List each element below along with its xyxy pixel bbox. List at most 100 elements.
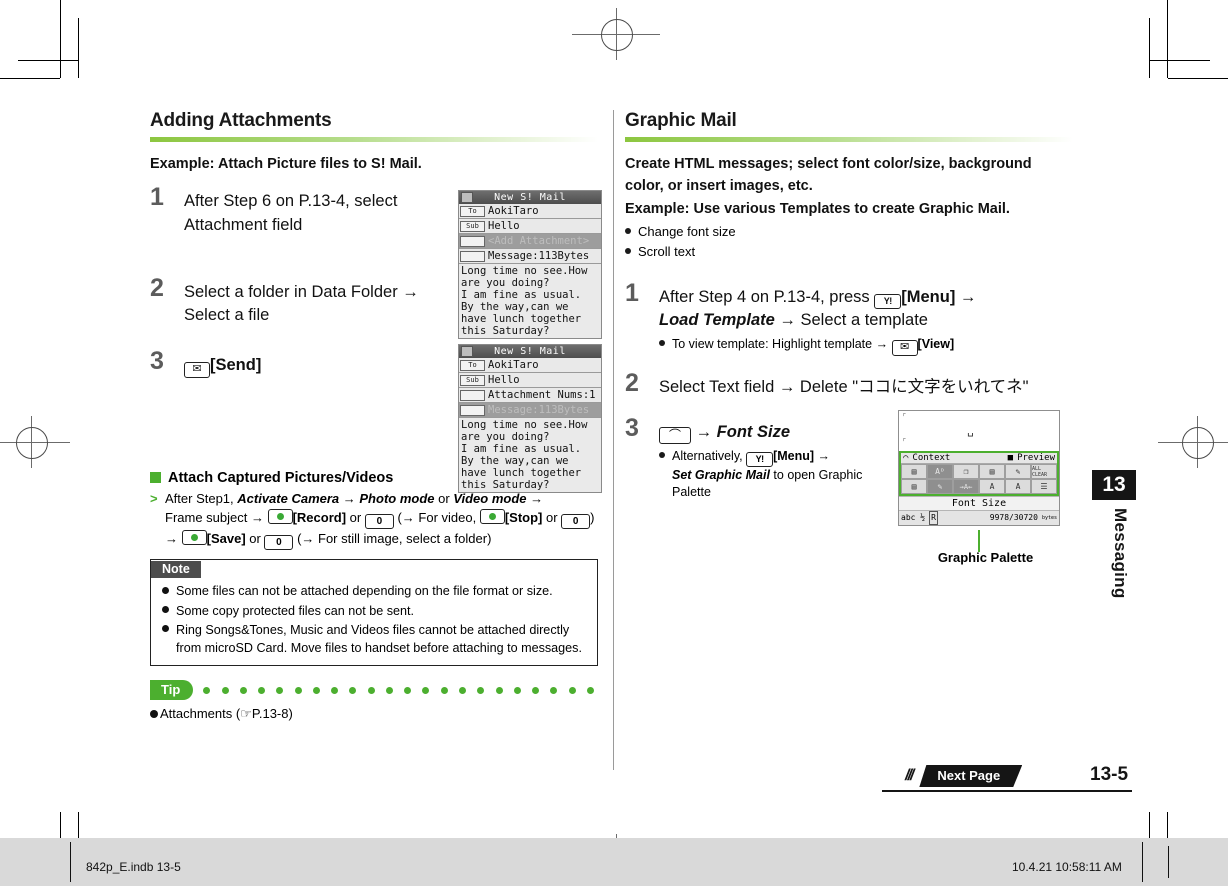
- palette-font-size-row: Font Size: [899, 496, 1059, 510]
- subsection-title: Attach Captured Pictures/Videos: [168, 469, 394, 486]
- palette-screenshot: ⌜ ⌜ ␣ ⌒ Context ■ Preview ▤ Aᴰ ❐ ▤ ✎ ALL…: [898, 410, 1060, 552]
- registration-mark-left: [0, 416, 70, 468]
- palette-cell[interactable]: ☰: [1031, 479, 1057, 494]
- byte-unit: bytes: [1041, 515, 1057, 521]
- body-line: I am fine as usual.: [461, 289, 582, 301]
- sub-line3: Palette: [672, 485, 711, 500]
- zero-key-icon: 0: [364, 514, 394, 530]
- step-text: Select Text field → Delete "ココに文字をいれてネ": [659, 377, 1029, 396]
- palette-cell[interactable]: ✎: [927, 479, 953, 494]
- body-line: I am fine as usual.: [461, 443, 582, 455]
- gt-marker-icon: >: [150, 490, 158, 506]
- left-section-title: Adding Attachments: [150, 110, 332, 131]
- right-example-heading: Example: Use various Templates to create…: [625, 201, 1010, 218]
- palette-cell[interactable]: ✎: [1005, 464, 1031, 479]
- view-label: [View]: [917, 336, 955, 351]
- screenshot-row: To AokiTaro: [459, 358, 601, 373]
- r-step1-rest: → Select a template: [774, 311, 928, 330]
- field-tag: [460, 389, 485, 401]
- left-section-rule: [150, 137, 598, 142]
- note-item-text: Some copy protected files can not be sen…: [176, 603, 415, 618]
- field-tag: To: [460, 205, 485, 217]
- palette-cell[interactable]: ▤: [979, 464, 1005, 479]
- right-column: Graphic Mail Create HTML messages; selec…: [625, 110, 1073, 565]
- body-line: are you doing?: [461, 431, 550, 443]
- field-value: AokiTaro: [488, 205, 539, 217]
- byte-counter: 9978/30720: [989, 513, 1038, 522]
- menu-label: [Menu]: [773, 448, 815, 463]
- crop-mark-tr-v: [1167, 0, 1168, 78]
- palette-cell[interactable]: ❐: [953, 464, 979, 479]
- screenshot-row: Sub Hello: [459, 373, 601, 388]
- bullet-text: Scroll text: [638, 244, 696, 260]
- screenshot-body: Long time no see.How are you doing? I am…: [459, 264, 601, 338]
- sub-pre: Alternatively,: [672, 448, 747, 463]
- palette-status-bar: abc ½ R 9978/30720 bytes: [899, 510, 1059, 525]
- body-line: are you doing?: [461, 277, 550, 289]
- screenshot-title-bar: New S! Mail: [459, 345, 601, 358]
- envelope-key-icon: ✉: [891, 339, 918, 356]
- palette-cell[interactable]: ▤: [901, 479, 927, 494]
- registration-mark-right: [1158, 416, 1228, 468]
- menu-key-icon: Y!: [874, 294, 902, 310]
- indb-timestamp: 10.4.21 10:58:11 AM: [1012, 860, 1122, 874]
- palette-cell[interactable]: ALL CLEAR: [1031, 464, 1057, 479]
- field-value: <Add Attachment>: [488, 235, 590, 247]
- body-line: have lunch together: [461, 313, 582, 325]
- note-item-text: Some files can not be attached depending…: [176, 584, 553, 599]
- step1-line2: Attachment field: [184, 215, 303, 234]
- palette-cell[interactable]: →A←: [953, 479, 979, 494]
- indb-divider: [1142, 842, 1143, 882]
- sub-line2-end: ): [590, 510, 595, 526]
- note-item: Some files can not be attached depending…: [151, 582, 597, 600]
- step-number: 2: [625, 368, 639, 397]
- font-size-italic: Font Size: [716, 423, 791, 442]
- right-bullet: Scroll text: [625, 243, 1073, 262]
- indb-filename: 842p_E.indb 13-5: [86, 860, 181, 874]
- set-graphic-mail-italic: Set Graphic Mail: [672, 467, 770, 482]
- note-item: Ring Songs&Tones, Music and Videos files…: [151, 621, 597, 658]
- crop-mark-tr-h: [1168, 78, 1228, 79]
- sub-italic-2: Photo mode: [359, 490, 435, 506]
- palette-cell[interactable]: A: [1005, 479, 1031, 494]
- menu-key-icon: Y!: [746, 451, 774, 467]
- palette-cell[interactable]: Aᴰ: [927, 464, 953, 479]
- screenshot-row: To AokiTaro: [459, 204, 601, 219]
- crop-mark-tl-v: [60, 0, 61, 78]
- palette-cell[interactable]: ▤: [901, 464, 927, 479]
- screenshot-row: Message:113Bytes: [459, 249, 601, 264]
- arrow-icon: →: [402, 282, 419, 301]
- record-label: [Record]: [292, 510, 347, 526]
- screenshot-title: New S! Mail: [494, 192, 566, 203]
- sub-line2-pre: Frame subject →: [165, 510, 268, 526]
- load-template-italic: Load Template: [659, 311, 775, 330]
- right-section-rule: [625, 137, 1073, 142]
- screenshot-row-selected: Message:113Bytes: [459, 403, 601, 418]
- bullet-icon: [625, 247, 631, 254]
- bullet-icon: [659, 340, 665, 347]
- footer-rule: [882, 790, 1132, 792]
- crop-mark-tl-v2: [78, 18, 79, 78]
- field-tag: Sub: [460, 220, 485, 232]
- center-key-icon: [479, 509, 505, 525]
- manual-page: Adding Attachments Example: Attach Pictu…: [0, 0, 1228, 886]
- body-line: Long time no see.How: [461, 419, 588, 431]
- body-line: this Saturday?: [461, 479, 550, 491]
- tip-row: Tip: [150, 680, 598, 701]
- tip-text-row: Attachments (☞P.13-8): [150, 706, 598, 722]
- bullet-icon: [162, 605, 169, 613]
- palette-cell[interactable]: A: [979, 479, 1005, 494]
- step1-line1: After Step 6 on P.13-4, select: [184, 192, 398, 211]
- right-step-2: 2 Select Text field → Delete "ココに文字をいれてネ…: [625, 370, 1073, 399]
- step2-line1: Select a folder in Data Folder: [184, 282, 398, 301]
- step-number: 1: [150, 183, 164, 212]
- field-value: Hello: [488, 374, 520, 386]
- bullet-icon: [659, 452, 665, 459]
- step-number: 1: [625, 279, 639, 308]
- zero-key-icon: 0: [561, 514, 591, 530]
- left-example-heading: Example: Attach Picture files to S! Mail…: [150, 156, 422, 172]
- green-square-icon: [150, 472, 161, 484]
- sub-or-3: or: [542, 510, 562, 526]
- sub-or-4: or: [245, 531, 265, 547]
- palette-leader-line: [978, 530, 980, 552]
